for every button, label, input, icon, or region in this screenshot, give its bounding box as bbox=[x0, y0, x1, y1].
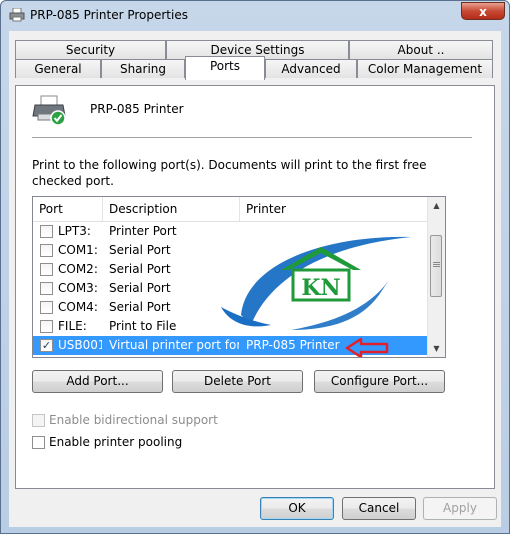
vertical-scrollbar[interactable]: ▲ ▼ bbox=[427, 197, 445, 357]
cancel-button[interactable]: Cancel bbox=[342, 497, 416, 520]
delete-port-button[interactable]: Delete Port bbox=[172, 370, 303, 393]
port-cell: FILE: bbox=[58, 319, 87, 333]
ports-tab-panel: PRP-085 Printer Print to the following p… bbox=[15, 85, 495, 489]
description-cell: Serial Port bbox=[109, 262, 171, 276]
port-cell: COM4: bbox=[58, 300, 98, 314]
printer-cell bbox=[246, 260, 426, 279]
ports-list[interactable]: Port Description Printer LPT3: Printer P… bbox=[32, 196, 446, 358]
column-header-description[interactable]: Description bbox=[103, 197, 240, 221]
column-header-printer[interactable]: Printer bbox=[240, 197, 429, 221]
printer-pooling-label: Enable printer pooling bbox=[49, 435, 183, 449]
printer-cell: PRP-085 Printer bbox=[246, 338, 340, 352]
ok-button[interactable]: OK bbox=[260, 497, 334, 520]
scrollbar-thumb[interactable] bbox=[430, 235, 442, 297]
description-cell: Serial Port bbox=[109, 243, 171, 257]
port-checkbox-checked[interactable]: ✓ bbox=[40, 339, 53, 352]
printer-icon bbox=[9, 8, 25, 22]
port-cell: COM2: bbox=[58, 262, 98, 276]
window-title: PRP-085 Printer Properties bbox=[30, 8, 188, 22]
red-arrow-annotation-icon bbox=[345, 337, 389, 357]
port-checkbox[interactable] bbox=[40, 263, 53, 276]
tab-general[interactable]: General bbox=[15, 59, 101, 78]
printer-name: PRP-085 Printer bbox=[90, 102, 184, 116]
close-button[interactable]: x bbox=[461, 2, 505, 20]
port-cell: LPT3: bbox=[58, 224, 91, 238]
bidirectional-checkbox[interactable] bbox=[32, 414, 45, 427]
separator bbox=[32, 137, 472, 138]
description-cell: Virtual printer port for... bbox=[109, 338, 239, 352]
printer-cell bbox=[246, 279, 426, 298]
tab-color-management[interactable]: Color Management bbox=[357, 59, 493, 78]
port-cell: COM3: bbox=[58, 281, 98, 295]
printer-icon bbox=[32, 95, 66, 126]
port-cell: COM1: bbox=[58, 243, 98, 257]
bidirectional-label: Enable bidirectional support bbox=[49, 413, 218, 427]
table-row[interactable]: COM1: Serial Port bbox=[33, 241, 429, 260]
ports-list-header: Port Description Printer bbox=[33, 197, 429, 222]
table-row[interactable]: LPT3: Printer Port bbox=[33, 222, 429, 241]
table-row[interactable]: FILE: Print to File bbox=[33, 317, 429, 336]
dialog-client-area: Security Device Settings About .. Genera… bbox=[9, 31, 501, 527]
printer-properties-window: PRP-085 Printer Properties x Security De… bbox=[0, 0, 510, 534]
configure-port-button[interactable]: Configure Port... bbox=[314, 370, 445, 393]
port-checkbox[interactable] bbox=[40, 282, 53, 295]
port-checkbox[interactable] bbox=[40, 320, 53, 333]
tab-sharing[interactable]: Sharing bbox=[101, 59, 185, 78]
port-instructions: Print to the following port(s). Document… bbox=[32, 158, 427, 188]
printer-cell bbox=[246, 317, 426, 336]
tab-advanced[interactable]: Advanced bbox=[265, 59, 357, 78]
close-icon: x bbox=[479, 5, 487, 19]
table-row[interactable]: COM3: Serial Port bbox=[33, 279, 429, 298]
port-checkbox[interactable] bbox=[40, 244, 53, 257]
table-row[interactable]: COM2: Serial Port bbox=[33, 260, 429, 279]
scroll-up-icon[interactable]: ▲ bbox=[428, 197, 445, 214]
printer-cell bbox=[246, 222, 426, 241]
column-header-port[interactable]: Port bbox=[33, 197, 103, 221]
description-cell: Serial Port bbox=[109, 300, 171, 314]
tab-ports[interactable]: Ports bbox=[185, 56, 265, 80]
apply-button[interactable]: Apply bbox=[423, 497, 497, 520]
description-cell: Serial Port bbox=[109, 281, 171, 295]
tab-security[interactable]: Security bbox=[15, 40, 166, 59]
printer-cell bbox=[246, 298, 426, 317]
port-checkbox[interactable] bbox=[40, 225, 53, 238]
table-row[interactable]: COM4: Serial Port bbox=[33, 298, 429, 317]
title-bar[interactable]: PRP-085 Printer Properties x bbox=[1, 1, 509, 31]
scroll-down-icon[interactable]: ▼ bbox=[428, 340, 445, 357]
description-cell: Print to File bbox=[109, 319, 177, 333]
description-cell: Printer Port bbox=[109, 224, 177, 238]
printer-cell bbox=[246, 241, 426, 260]
port-checkbox[interactable] bbox=[40, 301, 53, 314]
printer-pooling-checkbox[interactable] bbox=[32, 436, 45, 449]
port-cell: USB001 bbox=[58, 338, 102, 352]
add-port-button[interactable]: Add Port... bbox=[32, 370, 163, 393]
tab-about[interactable]: About .. bbox=[349, 40, 493, 59]
